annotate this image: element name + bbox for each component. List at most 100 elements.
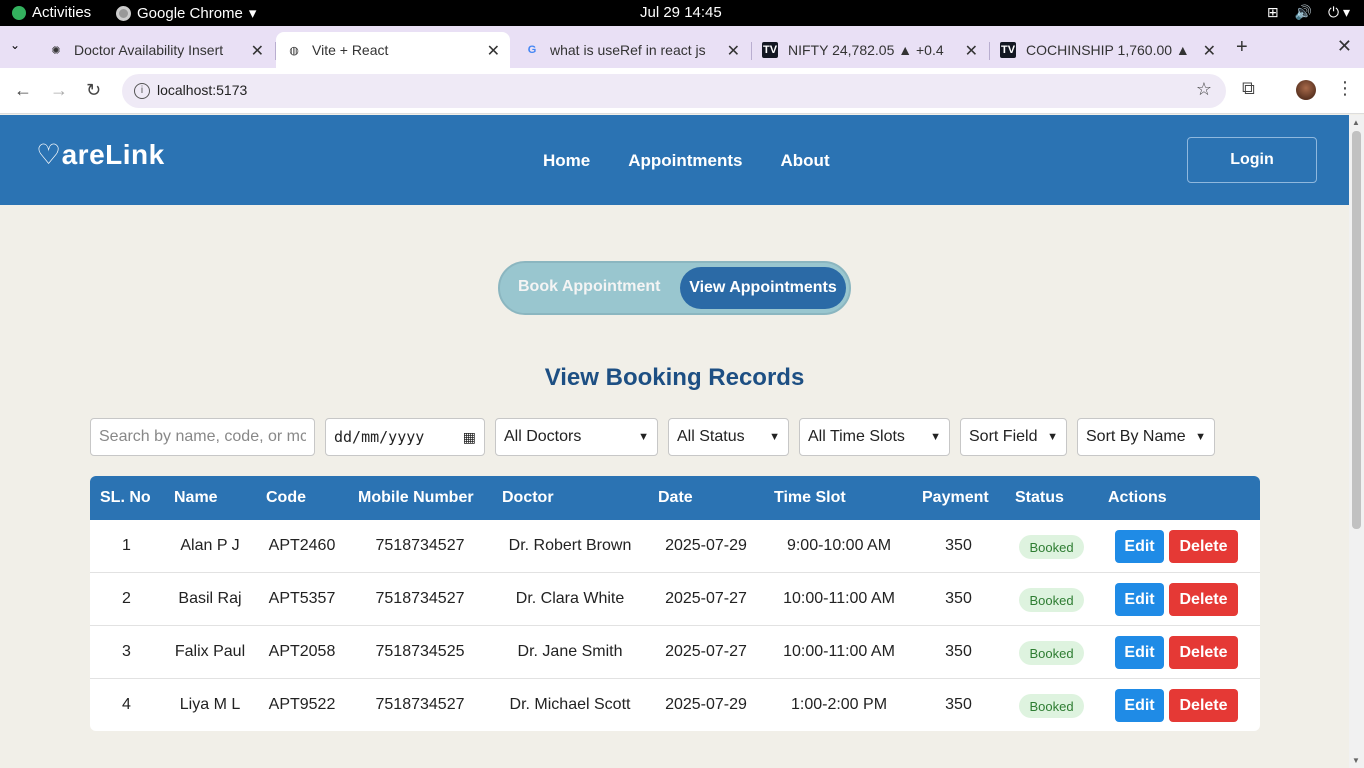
globe-icon: ◍ (289, 44, 299, 57)
table-row: 2 Basil Raj APT5357 7518734527 Dr. Clara… (90, 573, 1260, 626)
nav-home[interactable]: Home (543, 151, 590, 171)
appointments-table: SL. No Name Code Mobile Number Doctor Da… (90, 476, 1260, 731)
close-icon[interactable]: ✕ (251, 41, 264, 61)
carelink-logo[interactable]: ♡ areLink (36, 139, 165, 171)
chrome-menu-icon[interactable]: ⋮ (1336, 78, 1354, 99)
forward-arrow-icon[interactable]: → (50, 80, 68, 101)
tab-search-icon[interactable]: ⌄ (10, 38, 20, 52)
time-slot-select[interactable]: All Time Slots ▼ (799, 418, 950, 456)
calendar-icon[interactable]: ▦ (463, 429, 476, 446)
table-row: 4 Liya M L APT9522 7518734527 Dr. Michae… (90, 679, 1260, 731)
clock[interactable]: Jul 29 14:45 (640, 4, 722, 21)
address-bar[interactable]: i localhost:5173 ☆ (122, 74, 1226, 108)
tradingview-icon: TV (1000, 42, 1016, 58)
network-icon: ⊞ (1266, 4, 1279, 20)
browser-tab[interactable]: TV NIFTY 24,782.05 ▲ +0.4 ✕ (752, 32, 990, 68)
browser-tab[interactable]: G what is useRef in react js ✕ (514, 32, 752, 68)
edit-button[interactable]: Edit (1115, 530, 1164, 563)
sort-by-select-value: Sort By Name (1086, 428, 1186, 445)
cell-payment: 350 (945, 537, 972, 554)
cell-name: Liya M L (179, 696, 241, 713)
edit-button[interactable]: Edit (1115, 636, 1164, 669)
chevron-down-icon: ▼ (930, 431, 941, 443)
delete-button[interactable]: Delete (1169, 530, 1238, 563)
column-header: Doctor (502, 489, 554, 506)
status-select[interactable]: All Status ▼ (668, 418, 789, 456)
app-header: ♡ areLink Home Appointments About Login (0, 115, 1349, 205)
search-placeholder: Search by name, code, or mc (99, 428, 306, 445)
cell-date: 2025-07-27 (665, 590, 747, 607)
delete-button[interactable]: Delete (1169, 689, 1238, 722)
close-icon[interactable]: ✕ (487, 41, 500, 61)
column-header: Status (1015, 489, 1064, 506)
system-tray[interactable]: ⊞ 🔊 ⏻ ▾ (1267, 4, 1350, 21)
column-header: Time Slot (774, 489, 846, 506)
browser-tab-active[interactable]: ◍ Vite + React ✕ (276, 32, 510, 68)
nav-appointments[interactable]: Appointments (628, 151, 742, 171)
view-appointments-tab[interactable]: View Appointments (680, 267, 846, 309)
url-text[interactable]: localhost:5173 (157, 82, 247, 98)
browser-toolbar: ← → ↻ i localhost:5173 ☆ ⧉ ⋮ (0, 68, 1364, 114)
close-icon[interactable]: ✕ (965, 41, 978, 61)
back-arrow-icon[interactable]: ← (14, 80, 32, 101)
sort-by-select[interactable]: Sort By Name ▼ (1077, 418, 1215, 456)
sort-field-select[interactable]: Sort Field ▼ (960, 418, 1067, 456)
column-header: SL. No (100, 489, 151, 506)
heart-icon: ♡ (36, 139, 62, 170)
page-scrollbar[interactable]: ▲ ▼ (1349, 115, 1364, 768)
status-badge: Booked (1019, 588, 1084, 612)
nav-about[interactable]: About (781, 151, 830, 171)
scroll-down-icon[interactable]: ▼ (1352, 756, 1360, 765)
browser-tab-strip: ⌄ ✺ Doctor Availability Insert ✕ ◍ Vite … (0, 26, 1364, 68)
cell-code: APT9522 (268, 696, 336, 713)
column-header: Date (658, 489, 693, 506)
cell-sl: 4 (122, 696, 131, 713)
tradingview-icon: TV (762, 42, 778, 58)
cell-mobile: 7518734527 (375, 590, 465, 607)
window-close-icon[interactable]: ✕ (1337, 36, 1352, 57)
book-appointment-tab[interactable]: Book Appointment (518, 278, 661, 296)
activities-button[interactable]: Activities (12, 4, 91, 21)
cell-date: 2025-07-29 (665, 696, 747, 713)
scrollbar-thumb[interactable] (1352, 131, 1361, 529)
chatgpt-icon: ✺ (51, 44, 61, 57)
scroll-up-icon[interactable]: ▲ (1352, 118, 1360, 127)
close-icon[interactable]: ✕ (1203, 41, 1216, 61)
chrome-icon (116, 5, 131, 21)
doctor-select[interactable]: All Doctors ▼ (495, 418, 658, 456)
cell-doctor: Dr. Clara White (515, 590, 625, 607)
date-input[interactable]: dd/mm/yyyy ▦ (325, 418, 485, 456)
close-icon[interactable]: ✕ (727, 41, 740, 61)
view-toggle: Book Appointment View Appointments (498, 261, 851, 315)
profile-avatar[interactable] (1296, 80, 1316, 100)
page-title: View Booking Records (544, 364, 805, 391)
bookmark-star-icon[interactable]: ☆ (1196, 79, 1212, 100)
cell-payment: 350 (945, 696, 972, 713)
site-info-icon[interactable]: i (134, 83, 150, 99)
column-header: Payment (922, 489, 989, 506)
table-row: 3 Falix Paul APT2058 7518734525 Dr. Jane… (90, 626, 1260, 679)
cell-date: 2025-07-29 (665, 537, 747, 554)
volume-icon: 🔊 (1294, 4, 1312, 20)
edit-button[interactable]: Edit (1115, 689, 1164, 722)
cell-doctor: Dr. Jane Smith (517, 643, 623, 660)
browser-tab[interactable]: ✺ Doctor Availability Insert ✕ (38, 32, 276, 68)
cell-time-slot: 10:00-11:00 AM (783, 643, 895, 660)
login-button[interactable]: Login (1187, 137, 1317, 183)
chevron-down-icon: ▼ (1195, 431, 1206, 443)
browser-tab[interactable]: TV COCHINSHIP 1,760.00 ▲ ✕ (990, 32, 1226, 68)
extensions-puzzle-icon[interactable]: ⧉ (1242, 78, 1255, 99)
delete-button[interactable]: Delete (1169, 583, 1238, 616)
chevron-down-icon: ▼ (638, 431, 649, 443)
reload-icon[interactable]: ↻ (86, 80, 101, 101)
search-input[interactable]: Search by name, code, or mc (90, 418, 315, 456)
edit-button[interactable]: Edit (1115, 583, 1164, 616)
new-tab-icon[interactable]: + (1236, 36, 1248, 59)
column-header: Mobile Number (358, 489, 474, 506)
ubuntu-icon (12, 5, 26, 20)
app-menu[interactable]: Google Chrome ▾ (116, 4, 256, 22)
power-icon: ⏻ ▾ (1328, 4, 1350, 20)
delete-button[interactable]: Delete (1169, 636, 1238, 669)
cell-time-slot: 1:00-2:00 PM (790, 696, 888, 713)
cell-payment: 350 (945, 590, 972, 607)
